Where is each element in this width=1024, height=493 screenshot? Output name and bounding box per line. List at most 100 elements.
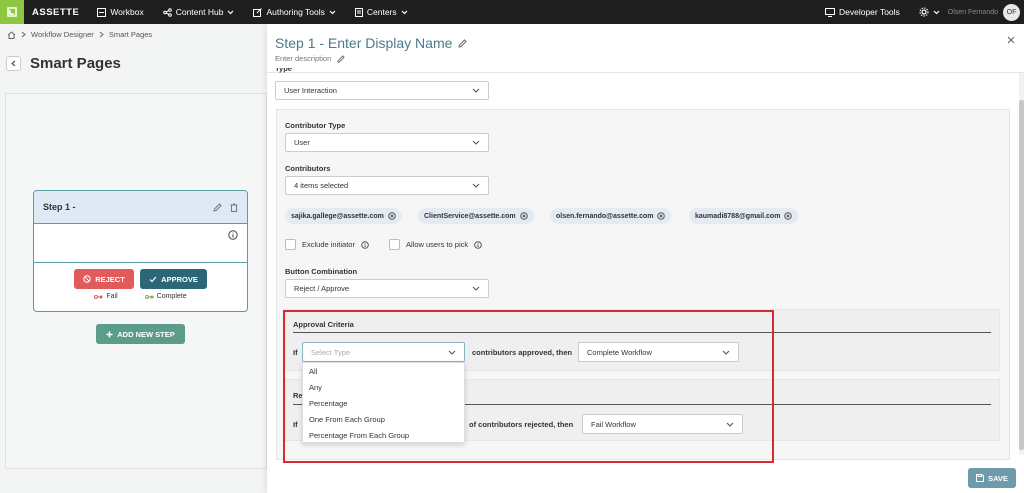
document-icon [354, 7, 363, 17]
save-label: SAVE [988, 473, 1008, 483]
user-name[interactable]: Olsen Fernando [948, 9, 998, 16]
save-button[interactable]: SAVE [968, 468, 1016, 488]
nav-authoring-tools-label: Authoring Tools [266, 7, 325, 17]
close-circle-icon[interactable] [657, 212, 666, 220]
approve-button[interactable]: APPROVE [140, 269, 207, 289]
breadcrumb-smart-pages[interactable]: Smart Pages [109, 30, 152, 39]
page-title: Smart Pages [30, 55, 121, 72]
complete-outcome[interactable]: Complete [144, 293, 187, 300]
rejected-then-label: of contributors rejected, then [469, 420, 574, 429]
approved-then-label: contributors approved, then [472, 348, 573, 357]
step-card-actions [213, 202, 238, 212]
developer-tools-icon [825, 7, 835, 17]
contributor-chip[interactable]: olsen.fernando@assette.com [550, 208, 672, 224]
approval-criteria-divider [293, 332, 991, 333]
panel-title: Step 1 - Enter Display Name [275, 35, 468, 51]
settings-menu[interactable] [919, 7, 940, 17]
button-combination-select[interactable]: Reject / Approve [285, 279, 489, 298]
step-card[interactable]: Step 1 - REJECT APPROVE Fail Complete [33, 190, 248, 312]
chevron-down-icon [472, 286, 480, 291]
close-icon[interactable] [1007, 36, 1015, 44]
nav-authoring-tools[interactable]: Authoring Tools [253, 7, 336, 17]
rejected-action-select[interactable]: Fail Workflow [582, 414, 743, 434]
contributor-type-select[interactable]: User [285, 133, 489, 152]
panel-divider [267, 72, 1024, 73]
step-card-body [34, 224, 247, 263]
add-new-step-button[interactable]: ADD NEW STEP [96, 324, 185, 344]
option-percentage-from-each-group[interactable]: Percentage From Each Group [303, 427, 464, 443]
chevron-down-icon [448, 350, 456, 355]
developer-tools-label: Developer Tools [839, 7, 900, 17]
chip-label: kaumadi8788@gmail.com [695, 212, 781, 220]
link-green-icon [144, 294, 154, 300]
type-select-value: User Interaction [284, 86, 337, 95]
nav-workbox[interactable]: Workbox [97, 7, 144, 17]
approved-action-value: Complete Workflow [587, 347, 652, 357]
chip-label: ClientService@assette.com [424, 212, 516, 220]
panel-title-text[interactable]: Step 1 - Enter Display Name [275, 35, 452, 51]
checkbox-box[interactable] [389, 239, 400, 250]
logo-icon[interactable] [0, 0, 24, 24]
type-select[interactable]: User Interaction [275, 81, 489, 100]
contributor-chip[interactable]: sajika.gallege@assette.com [285, 208, 402, 224]
nav-workbox-label: Workbox [110, 7, 144, 17]
developer-tools-link[interactable]: Developer Tools [825, 7, 900, 17]
chip-label: olsen.fernando@assette.com [556, 212, 654, 220]
avatar[interactable]: OF [1003, 3, 1020, 21]
contributors-select[interactable]: 4 items selected [285, 176, 489, 195]
fail-outcome[interactable]: Fail [94, 293, 118, 300]
contributors-label: Contributors [285, 164, 331, 173]
option-one-from-each-group[interactable]: One From Each Group [303, 411, 464, 427]
exclude-initiator-checkbox[interactable]: Exclude initiator [285, 239, 369, 250]
link-red-icon [94, 294, 103, 300]
option-any[interactable]: Any [303, 379, 464, 395]
back-button[interactable] [6, 56, 21, 71]
select-type-placeholder: Select Type [311, 347, 351, 357]
trash-icon[interactable] [230, 203, 238, 212]
type-label: Type [275, 68, 292, 73]
nav-content-hub[interactable]: Content Hub [162, 7, 235, 17]
reject-label: REJECT [95, 274, 125, 284]
pencil-icon[interactable] [337, 54, 346, 63]
close-circle-icon[interactable] [519, 212, 528, 220]
allow-users-pick-checkbox[interactable]: Allow users to pick [389, 239, 482, 250]
close-circle-icon[interactable] [388, 212, 396, 220]
panel-description-text[interactable]: Enter description [275, 54, 331, 63]
step-card-buttons: REJECT APPROVE [34, 269, 247, 289]
reject-button[interactable]: REJECT [74, 269, 134, 289]
nav-centers-label: Centers [366, 7, 397, 17]
home-icon[interactable] [7, 30, 16, 39]
chevron-right-icon [21, 31, 26, 38]
ban-icon [83, 275, 91, 283]
pencil-icon[interactable] [213, 202, 222, 212]
workbox-icon [97, 7, 107, 17]
contributor-chip[interactable]: ClientService@assette.com [418, 208, 534, 224]
select-type-dropdown[interactable]: Select Type [302, 342, 465, 362]
complete-label: Complete [156, 293, 187, 300]
contributors-value: 4 items selected [294, 181, 349, 190]
approved-action-select[interactable]: Complete Workflow [578, 342, 739, 362]
brand-name[interactable]: ASSETTE [32, 7, 79, 18]
option-all[interactable]: All [303, 363, 464, 379]
approve-label: APPROVE [161, 274, 198, 284]
checkbox-box[interactable] [285, 239, 296, 250]
close-circle-icon[interactable] [784, 212, 793, 220]
step-card-title: Step 1 - [43, 202, 76, 212]
check-icon [149, 276, 157, 283]
step-card-header: Step 1 - [34, 191, 247, 224]
info-icon[interactable] [474, 240, 482, 249]
pencil-icon[interactable] [458, 38, 468, 48]
chip-label: sajika.gallege@assette.com [291, 212, 384, 220]
option-percentage[interactable]: Percentage [303, 395, 464, 411]
scrollbar-thumb[interactable] [1019, 100, 1024, 450]
nav-right: Developer Tools Olsen Fernando OF [825, 0, 1024, 24]
nav-centers[interactable]: Centers [354, 7, 408, 17]
top-nav: ASSETTE Workbox Content Hub Authoring To… [0, 0, 1024, 24]
contributor-chip[interactable]: kaumadi8788@gmail.com [689, 208, 799, 224]
chevron-down-icon [722, 350, 730, 355]
chevron-down-icon [726, 422, 734, 427]
breadcrumb-workflow-designer[interactable]: Workflow Designer [31, 30, 94, 39]
info-icon[interactable] [228, 230, 238, 240]
rejected-action-value: Fail Workflow [591, 419, 636, 429]
info-icon[interactable] [361, 240, 369, 249]
